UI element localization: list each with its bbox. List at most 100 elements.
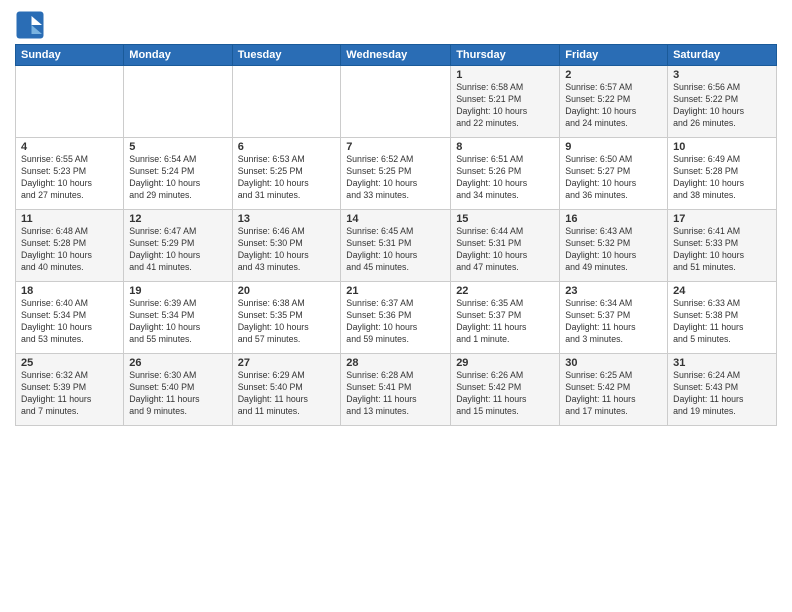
- day-number: 30: [565, 357, 662, 369]
- day-info: Sunrise: 6:43 AM Sunset: 5:32 PM Dayligh…: [565, 226, 662, 274]
- day-number: 29: [456, 357, 554, 369]
- day-number: 1: [456, 69, 554, 81]
- day-cell: 24Sunrise: 6:33 AM Sunset: 5:38 PM Dayli…: [668, 282, 777, 354]
- day-number: 31: [673, 357, 771, 369]
- day-info: Sunrise: 6:56 AM Sunset: 5:22 PM Dayligh…: [673, 82, 771, 130]
- day-cell: 14Sunrise: 6:45 AM Sunset: 5:31 PM Dayli…: [341, 210, 451, 282]
- week-row-1: 1Sunrise: 6:58 AM Sunset: 5:21 PM Daylig…: [16, 66, 777, 138]
- day-cell: 29Sunrise: 6:26 AM Sunset: 5:42 PM Dayli…: [451, 354, 560, 426]
- day-cell: [341, 66, 451, 138]
- col-header-monday: Monday: [124, 45, 232, 66]
- day-info: Sunrise: 6:32 AM Sunset: 5:39 PM Dayligh…: [21, 370, 118, 418]
- day-cell: 26Sunrise: 6:30 AM Sunset: 5:40 PM Dayli…: [124, 354, 232, 426]
- day-cell: 20Sunrise: 6:38 AM Sunset: 5:35 PM Dayli…: [232, 282, 341, 354]
- day-cell: [232, 66, 341, 138]
- day-cell: 5Sunrise: 6:54 AM Sunset: 5:24 PM Daylig…: [124, 138, 232, 210]
- day-number: 12: [129, 213, 226, 225]
- day-cell: 2Sunrise: 6:57 AM Sunset: 5:22 PM Daylig…: [560, 66, 668, 138]
- day-info: Sunrise: 6:48 AM Sunset: 5:28 PM Dayligh…: [21, 226, 118, 274]
- header-row: SundayMondayTuesdayWednesdayThursdayFrid…: [16, 45, 777, 66]
- day-cell: [124, 66, 232, 138]
- col-header-thursday: Thursday: [451, 45, 560, 66]
- day-info: Sunrise: 6:33 AM Sunset: 5:38 PM Dayligh…: [673, 298, 771, 346]
- day-number: 10: [673, 141, 771, 153]
- col-header-saturday: Saturday: [668, 45, 777, 66]
- day-number: 3: [673, 69, 771, 81]
- day-cell: 10Sunrise: 6:49 AM Sunset: 5:28 PM Dayli…: [668, 138, 777, 210]
- day-cell: 7Sunrise: 6:52 AM Sunset: 5:25 PM Daylig…: [341, 138, 451, 210]
- day-info: Sunrise: 6:26 AM Sunset: 5:42 PM Dayligh…: [456, 370, 554, 418]
- week-row-3: 11Sunrise: 6:48 AM Sunset: 5:28 PM Dayli…: [16, 210, 777, 282]
- day-info: Sunrise: 6:52 AM Sunset: 5:25 PM Dayligh…: [346, 154, 445, 202]
- calendar-table: SundayMondayTuesdayWednesdayThursdayFrid…: [15, 44, 777, 426]
- day-info: Sunrise: 6:58 AM Sunset: 5:21 PM Dayligh…: [456, 82, 554, 130]
- day-number: 16: [565, 213, 662, 225]
- day-cell: 1Sunrise: 6:58 AM Sunset: 5:21 PM Daylig…: [451, 66, 560, 138]
- day-info: Sunrise: 6:44 AM Sunset: 5:31 PM Dayligh…: [456, 226, 554, 274]
- day-cell: 3Sunrise: 6:56 AM Sunset: 5:22 PM Daylig…: [668, 66, 777, 138]
- day-info: Sunrise: 6:57 AM Sunset: 5:22 PM Dayligh…: [565, 82, 662, 130]
- day-cell: 9Sunrise: 6:50 AM Sunset: 5:27 PM Daylig…: [560, 138, 668, 210]
- day-number: 27: [238, 357, 336, 369]
- day-cell: 19Sunrise: 6:39 AM Sunset: 5:34 PM Dayli…: [124, 282, 232, 354]
- day-info: Sunrise: 6:53 AM Sunset: 5:25 PM Dayligh…: [238, 154, 336, 202]
- day-info: Sunrise: 6:50 AM Sunset: 5:27 PM Dayligh…: [565, 154, 662, 202]
- week-row-5: 25Sunrise: 6:32 AM Sunset: 5:39 PM Dayli…: [16, 354, 777, 426]
- day-number: 23: [565, 285, 662, 297]
- col-header-tuesday: Tuesday: [232, 45, 341, 66]
- day-info: Sunrise: 6:51 AM Sunset: 5:26 PM Dayligh…: [456, 154, 554, 202]
- day-info: Sunrise: 6:35 AM Sunset: 5:37 PM Dayligh…: [456, 298, 554, 346]
- day-info: Sunrise: 6:40 AM Sunset: 5:34 PM Dayligh…: [21, 298, 118, 346]
- logo: [15, 10, 49, 40]
- day-info: Sunrise: 6:30 AM Sunset: 5:40 PM Dayligh…: [129, 370, 226, 418]
- day-number: 28: [346, 357, 445, 369]
- day-number: 8: [456, 141, 554, 153]
- day-number: 11: [21, 213, 118, 225]
- day-cell: 11Sunrise: 6:48 AM Sunset: 5:28 PM Dayli…: [16, 210, 124, 282]
- day-info: Sunrise: 6:55 AM Sunset: 5:23 PM Dayligh…: [21, 154, 118, 202]
- day-cell: 28Sunrise: 6:28 AM Sunset: 5:41 PM Dayli…: [341, 354, 451, 426]
- day-number: 4: [21, 141, 118, 153]
- col-header-sunday: Sunday: [16, 45, 124, 66]
- day-cell: 8Sunrise: 6:51 AM Sunset: 5:26 PM Daylig…: [451, 138, 560, 210]
- day-cell: 31Sunrise: 6:24 AM Sunset: 5:43 PM Dayli…: [668, 354, 777, 426]
- day-cell: 22Sunrise: 6:35 AM Sunset: 5:37 PM Dayli…: [451, 282, 560, 354]
- day-info: Sunrise: 6:34 AM Sunset: 5:37 PM Dayligh…: [565, 298, 662, 346]
- day-info: Sunrise: 6:46 AM Sunset: 5:30 PM Dayligh…: [238, 226, 336, 274]
- day-info: Sunrise: 6:39 AM Sunset: 5:34 PM Dayligh…: [129, 298, 226, 346]
- logo-icon: [15, 10, 45, 40]
- day-cell: 25Sunrise: 6:32 AM Sunset: 5:39 PM Dayli…: [16, 354, 124, 426]
- day-info: Sunrise: 6:49 AM Sunset: 5:28 PM Dayligh…: [673, 154, 771, 202]
- day-number: 6: [238, 141, 336, 153]
- day-cell: 12Sunrise: 6:47 AM Sunset: 5:29 PM Dayli…: [124, 210, 232, 282]
- day-number: 18: [21, 285, 118, 297]
- day-number: 15: [456, 213, 554, 225]
- day-number: 5: [129, 141, 226, 153]
- day-cell: 13Sunrise: 6:46 AM Sunset: 5:30 PM Dayli…: [232, 210, 341, 282]
- page: SundayMondayTuesdayWednesdayThursdayFrid…: [0, 0, 792, 612]
- day-cell: 6Sunrise: 6:53 AM Sunset: 5:25 PM Daylig…: [232, 138, 341, 210]
- day-info: Sunrise: 6:25 AM Sunset: 5:42 PM Dayligh…: [565, 370, 662, 418]
- day-cell: 27Sunrise: 6:29 AM Sunset: 5:40 PM Dayli…: [232, 354, 341, 426]
- day-number: 22: [456, 285, 554, 297]
- day-number: 9: [565, 141, 662, 153]
- day-number: 13: [238, 213, 336, 225]
- week-row-2: 4Sunrise: 6:55 AM Sunset: 5:23 PM Daylig…: [16, 138, 777, 210]
- day-info: Sunrise: 6:29 AM Sunset: 5:40 PM Dayligh…: [238, 370, 336, 418]
- day-cell: 18Sunrise: 6:40 AM Sunset: 5:34 PM Dayli…: [16, 282, 124, 354]
- day-info: Sunrise: 6:38 AM Sunset: 5:35 PM Dayligh…: [238, 298, 336, 346]
- day-number: 7: [346, 141, 445, 153]
- col-header-friday: Friday: [560, 45, 668, 66]
- day-cell: 16Sunrise: 6:43 AM Sunset: 5:32 PM Dayli…: [560, 210, 668, 282]
- day-cell: 23Sunrise: 6:34 AM Sunset: 5:37 PM Dayli…: [560, 282, 668, 354]
- day-cell: 30Sunrise: 6:25 AM Sunset: 5:42 PM Dayli…: [560, 354, 668, 426]
- day-cell: 21Sunrise: 6:37 AM Sunset: 5:36 PM Dayli…: [341, 282, 451, 354]
- week-row-4: 18Sunrise: 6:40 AM Sunset: 5:34 PM Dayli…: [16, 282, 777, 354]
- day-number: 17: [673, 213, 771, 225]
- day-info: Sunrise: 6:47 AM Sunset: 5:29 PM Dayligh…: [129, 226, 226, 274]
- day-cell: 17Sunrise: 6:41 AM Sunset: 5:33 PM Dayli…: [668, 210, 777, 282]
- day-info: Sunrise: 6:24 AM Sunset: 5:43 PM Dayligh…: [673, 370, 771, 418]
- col-header-wednesday: Wednesday: [341, 45, 451, 66]
- day-number: 25: [21, 357, 118, 369]
- day-info: Sunrise: 6:28 AM Sunset: 5:41 PM Dayligh…: [346, 370, 445, 418]
